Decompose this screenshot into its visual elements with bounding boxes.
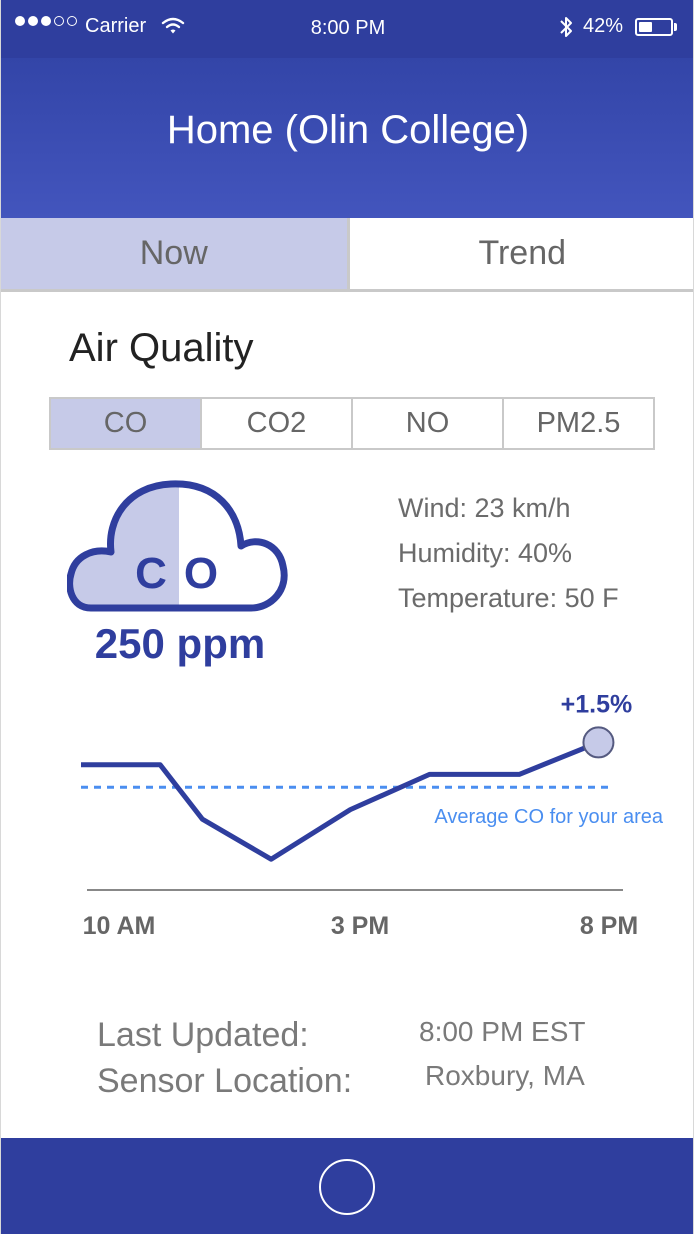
temperature-text: Temperature: 50 F [398,583,619,613]
humidity-text: Humidity: 40% [398,538,573,568]
x-tick-label: 3 PM [331,912,389,940]
bluetooth-icon [560,17,572,37]
pollutant-pm25[interactable]: PM2.5 [504,399,653,448]
section-title: Air Quality [69,326,254,370]
status-bar: Carrier 8:00 PM 42% [1,0,693,58]
last-updated-label: Last Updated: [97,1016,309,1054]
wind-text: Wind: 23 km/h [398,493,571,523]
last-updated-value: 8:00 PM EST [419,1016,586,1047]
app-screen: Carrier 8:00 PM 42% Home (Olin College) … [0,0,694,1234]
change-label: +1.5% [561,690,633,718]
cloud-icon: C O [67,480,288,612]
sensor-location-value: Roxbury, MA [425,1060,585,1091]
pollutant-no[interactable]: NO [353,399,504,448]
x-tick-label: 8 PM [580,912,638,940]
tab-trend[interactable]: Trend [349,218,693,289]
pollutant-co2[interactable]: CO2 [202,399,353,448]
series-line [81,740,600,862]
header: Home (Olin College) [1,58,693,218]
battery-tip [674,23,677,31]
page-title: Home (Olin College) [166,107,530,152]
weather-info: Wind: 23 km/h Humidity: 40% Temperature:… [398,486,619,621]
view-tabs: Now Trend [1,218,693,292]
sensor-location-label: Sensor Location: [97,1062,353,1100]
average-line-label: Average CO for your area [434,806,664,828]
x-tick-label: 10 AM [83,912,156,940]
battery-icon [635,18,673,36]
home-button[interactable] [319,1159,375,1215]
cloud-letter-left: C [135,549,167,598]
pollutant-selector: CO CO2 NO PM2.5 [49,397,655,450]
trend-chart: Average CO for your area +1.5% 10 AM 3 P… [81,690,664,940]
cloud-letter-right: O [184,549,218,598]
pollutant-co[interactable]: CO [51,399,202,448]
battery-percentage: 42% [583,15,624,37]
reading-value: 250 ppm [94,620,266,667]
latest-point-marker[interactable] [582,726,615,759]
tab-now[interactable]: Now [1,218,350,289]
